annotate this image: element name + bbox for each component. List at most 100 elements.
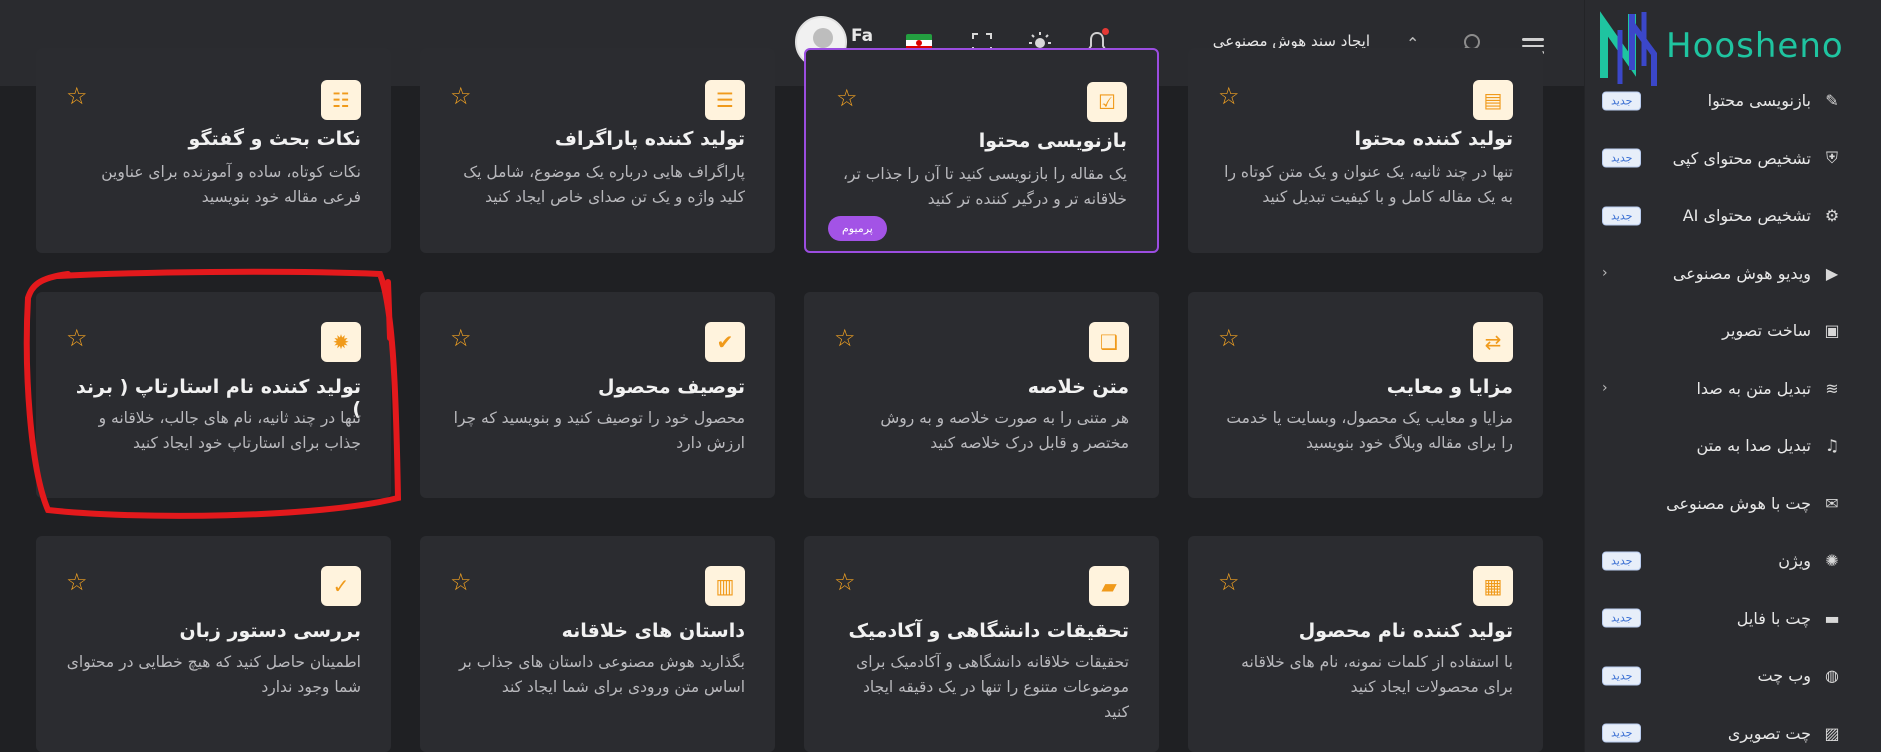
card-title: تولید کننده نام محصول xyxy=(1298,620,1513,642)
tool-card[interactable]: ✓ ☆ بررسی دستور زبان اطمینان حاصل کنید که ه… xyxy=(36,536,391,752)
globe-icon: ◍ xyxy=(1825,666,1839,686)
star-icon[interactable]: ☆ xyxy=(450,568,472,596)
lightbulb-icon: ✹ xyxy=(321,322,361,362)
card-title: نکات بحث و گفتگو xyxy=(188,128,361,150)
sidebar-item[interactable]: ▬ چت با فایل جدید xyxy=(1584,590,1881,648)
card-description: تنها در چند ثانیه، نام های جالب، خلاقانه… xyxy=(98,409,361,452)
card-description: تحقیقات خلاقانه دانشگاهی و آکادمیک برای … xyxy=(856,653,1129,721)
sidebar-item-label: چت با هوش مصنوعی xyxy=(1666,493,1811,513)
card-title: داستان های خلاقانه xyxy=(561,620,745,642)
tool-card[interactable]: ⇄ ☆ مزایا و معایب مزایا و معایب یک محصول، و… xyxy=(1188,292,1543,498)
spellcheck-icon: ✓ xyxy=(321,566,361,606)
sidebar-item-label: بازنویسی محتوا xyxy=(1707,91,1811,111)
sidebar-item-label: تشخیص محتوای کپی xyxy=(1672,148,1811,168)
sidebar-item[interactable]: ✎ بازنویسی محتوا جدید xyxy=(1584,72,1881,130)
sidebar-item-label: تبدیل صدا به متن xyxy=(1696,436,1811,456)
card-title: تحقیقات دانشگاهی و آکادمیک xyxy=(848,620,1129,642)
card-description: اطمینان حاصل کنید که هیچ خطایی در محتوای… xyxy=(66,653,361,696)
star-icon[interactable]: ☆ xyxy=(836,84,858,112)
card-title: متن خلاصه xyxy=(1027,376,1129,398)
sidebar-item[interactable]: ▨ چت تصویری جدید xyxy=(1584,705,1881,752)
sidebar-item-label: وب چت xyxy=(1757,666,1811,686)
new-badge: جدید xyxy=(1602,608,1642,628)
language-label[interactable]: Fa xyxy=(851,26,873,46)
card-description: بگذارید هوش مصنوعی داستان های جذاب بر اس… xyxy=(458,653,745,696)
tool-card[interactable]: ✹ ☆ تولید کننده نام استارتاپ ( برند ) تنها … xyxy=(36,292,391,498)
star-icon[interactable]: ☆ xyxy=(834,568,856,596)
card-title: بازنویسی محتوا xyxy=(978,130,1127,152)
box-icon: ▦ xyxy=(1473,566,1513,606)
robot-icon: ⚙ xyxy=(1824,206,1840,226)
star-icon[interactable]: ☆ xyxy=(66,568,88,596)
star-icon[interactable]: ☆ xyxy=(66,324,88,352)
sidebar-item-label: ویژن xyxy=(1778,551,1811,571)
star-icon[interactable]: ☆ xyxy=(1218,568,1240,596)
folder-icon: ▬ xyxy=(1824,608,1840,628)
sidebar-item[interactable]: ⛨ تشخیص محتوای کپی جدید xyxy=(1584,130,1881,188)
sidebar-item[interactable]: ▶ ویدیو هوش مصنوعی ‹ xyxy=(1584,245,1881,303)
sound-wave-icon: ≋ xyxy=(1825,378,1839,398)
card-description: نکات کوتاه، ساده و آموزنده برای عناوین ف… xyxy=(101,163,361,206)
sidebar-item[interactable]: ♫ تبدیل صدا به متن xyxy=(1584,417,1881,475)
tool-card[interactable]: ▰ ☆ تحقیقات دانشگاهی و آکادمیک تحقیقات خلاق… xyxy=(804,536,1159,752)
card-description: یک مقاله را بازنویسی کنید تا آن را جذاب … xyxy=(843,165,1127,208)
sidebar-item[interactable]: ▣ ساخت تصویر xyxy=(1584,302,1881,360)
sidebar-item-label: چت با فایل xyxy=(1736,608,1811,628)
document-icon: ▤ xyxy=(1473,80,1513,120)
sidebar-nav: ✎ بازنویسی محتوا جدید ⛨ تشخیص محتوای کپی جدید… xyxy=(1584,72,1881,752)
card-description: تنها در چند ثانیه، یک عنوان و یک متن کوت… xyxy=(1224,163,1513,206)
tool-card[interactable]: ☷ ☆ نکات بحث و گفتگو نکات کوتاه، ساده و آمو… xyxy=(36,48,391,253)
chat-icon: ✉ xyxy=(1825,493,1839,513)
video-icon: ▶ xyxy=(1825,263,1839,283)
star-icon[interactable]: ☆ xyxy=(450,82,472,110)
checkbox-icon: ☑ xyxy=(1087,82,1127,122)
card-description: با استفاده از کلمات نمونه، نام های خلاقا… xyxy=(1241,653,1513,696)
sidebar-item-label: تبدیل متن به صدا xyxy=(1696,378,1811,398)
file-icon: ❑ xyxy=(1089,322,1129,362)
star-icon[interactable]: ☆ xyxy=(1218,324,1240,352)
image-scan-icon: ▣ xyxy=(1824,321,1840,341)
card-description: پاراگراف هایی درباره یک موضوع، شامل یک ک… xyxy=(463,163,745,206)
paragraph-icon: ☰ xyxy=(705,80,745,120)
exchange-icon: ⇄ xyxy=(1473,322,1513,362)
tool-card[interactable]: ☰ ☆ تولید کننده پاراگراف پاراگراف هایی دربا… xyxy=(420,48,775,253)
notification-dot xyxy=(1102,28,1109,35)
star-icon[interactable]: ☆ xyxy=(66,82,88,110)
tool-card[interactable]: ❑ ☆ متن خلاصه هر متنی را به صورت خلاصه و به… xyxy=(804,292,1159,498)
tool-card[interactable]: ▤ ☆ تولید کننده محتوا تنها در چند ثانیه، یک… xyxy=(1188,48,1543,253)
brand-name: Hoosheno xyxy=(1666,26,1844,66)
scroll-icon: ▰ xyxy=(1089,566,1129,606)
shield-check-icon: ⛨ xyxy=(1826,148,1839,168)
card-title: مزایا و معایب xyxy=(1386,376,1513,398)
card-title: بررسی دستور زبان xyxy=(179,620,362,642)
sidebar-item[interactable]: ✉ چت با هوش مصنوعی xyxy=(1584,475,1881,533)
tool-card[interactable]: ✔ ☆ توصیف محصول محصول خود را توصیف کنید و ب… xyxy=(420,292,775,498)
card-title: تولید کننده پاراگراف xyxy=(554,128,745,150)
new-badge: جدید xyxy=(1602,723,1642,743)
sidebar-item[interactable]: ✺ ویژن جدید xyxy=(1584,532,1881,590)
pen-icon: ✎ xyxy=(1825,91,1839,111)
premium-badge: پرمیوم xyxy=(828,216,887,241)
card-title: تولید کننده محتوا xyxy=(1354,128,1513,150)
checklist-icon: ✔ xyxy=(705,322,745,362)
sidebar-item-label: ویدیو هوش مصنوعی xyxy=(1672,263,1811,283)
chevron-left-icon[interactable]: ‹ xyxy=(1602,265,1608,281)
tool-card[interactable]: ▦ ☆ تولید کننده نام محصول با استفاده از کلم… xyxy=(1188,536,1543,752)
sidebar: Hoosheno ✎ بازنویسی محتوا جدید ⛨ تشخیص محتوا… xyxy=(1584,0,1881,752)
new-badge: جدید xyxy=(1602,666,1642,686)
sidebar-item[interactable]: ⚙ تشخیص محتوای AI جدید xyxy=(1584,187,1881,245)
tool-card[interactable]: ☑ ☆ بازنویسی محتوا یک مقاله را بازنویسی کنی… xyxy=(804,48,1159,253)
books-icon: ▥ xyxy=(705,566,745,606)
card-description: هر متنی را به صورت خلاصه و به روش مختصر … xyxy=(880,409,1129,452)
sidebar-item[interactable]: ≋ تبدیل متن به صدا ‹ xyxy=(1584,360,1881,418)
audio-file-icon: ♫ xyxy=(1824,436,1840,456)
sidebar-item[interactable]: ◍ وب چت جدید xyxy=(1584,647,1881,705)
new-badge: جدید xyxy=(1602,91,1642,111)
star-icon[interactable]: ☆ xyxy=(1218,82,1240,110)
star-icon[interactable]: ☆ xyxy=(450,324,472,352)
picture-icon: ▨ xyxy=(1824,723,1840,743)
star-icon[interactable]: ☆ xyxy=(834,324,856,352)
tool-card[interactable]: ▥ ☆ داستان های خلاقانه بگذارید هوش مصنوعی د… xyxy=(420,536,775,752)
new-badge: جدید xyxy=(1602,551,1642,571)
chevron-left-icon[interactable]: ‹ xyxy=(1602,380,1608,396)
